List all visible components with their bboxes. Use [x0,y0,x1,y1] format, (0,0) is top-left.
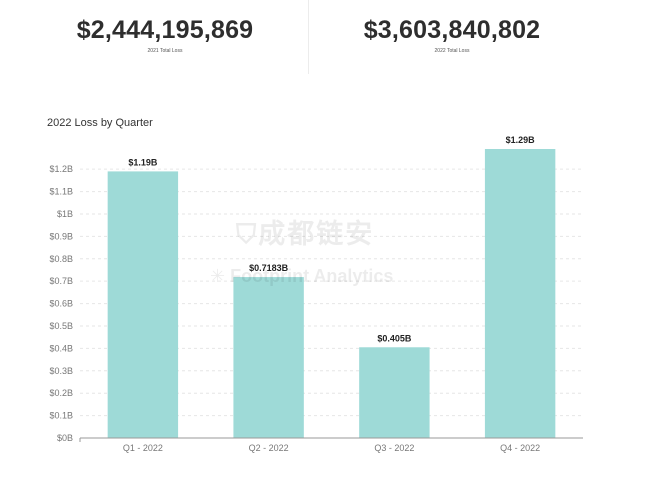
bar [107,171,179,438]
y-tick-label: $0.6B [49,299,73,309]
x-tick-label: Q3 - 2022 [374,443,414,453]
x-tick-label: Q1 - 2022 [123,443,163,453]
data-label: $1.19B [128,157,158,167]
data-label: $1.29B [506,135,536,145]
bars [107,149,556,438]
y-tick-label: $0.3B [49,366,73,376]
labels: $1.19B $0.7183B $0.405B $1.29B [128,135,535,343]
y-tick-label: $0.2B [49,388,73,398]
bar [233,277,304,438]
y-tick-label: $1.1B [49,187,73,197]
y-tick-label: $1B [57,209,73,219]
y-tick-label: $0.5B [49,321,73,331]
x-tick-label: Q2 - 2022 [249,443,289,453]
loss-by-quarter-chart: $0B $0.1B $0.2B $0.3B $0.4B $0.5B $0.6B $0.7B $0… [49,135,583,453]
y-tick-label: $0.8B [49,254,73,264]
x-tick-label: Q4 - 2022 [500,443,540,453]
y-tick-label: $0.1B [49,411,73,421]
data-label: $0.7183B [249,263,289,273]
y-tick-label: $0.9B [49,231,73,241]
bar [359,347,430,438]
y-tick-label: $0.7B [49,276,73,286]
y-tick-label: $0.4B [49,343,73,353]
y-tick-label: $1.2B [49,164,73,174]
y-tick-label: $0B [57,433,73,443]
bar [484,149,556,438]
data-label: $0.405B [377,333,412,343]
